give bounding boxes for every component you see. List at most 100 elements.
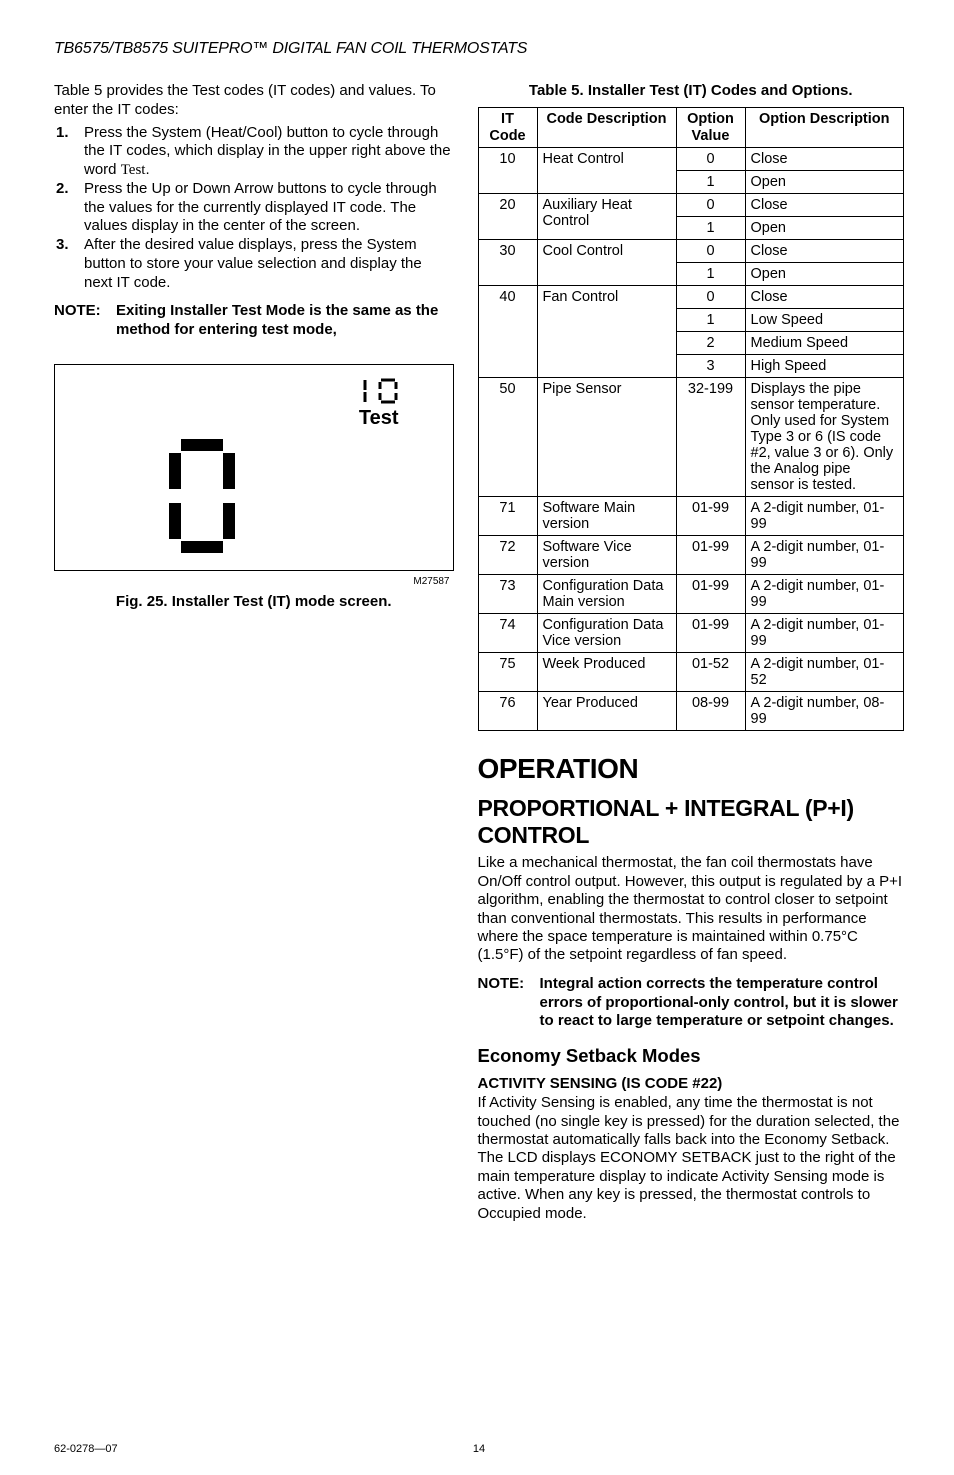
cell-option-value: 0 [676, 240, 745, 263]
note-1: NOTE: Exiting Installer Test Mode is the… [54, 302, 454, 340]
cell-it-code: 30 [478, 240, 537, 286]
cell-option-value: 3 [676, 355, 745, 378]
cell-option-description: High Speed [745, 355, 904, 378]
cell-code-description: Year Produced [537, 692, 676, 731]
cell-it-code: 72 [478, 536, 537, 575]
footer-page-number: 14 [473, 1443, 485, 1455]
cell-code-description: Software Main version [537, 497, 676, 536]
cell-it-code: 40 [478, 286, 537, 378]
step-3-text: After the desired value displays, press … [84, 236, 422, 291]
cell-option-description: A 2-digit number, 01-99 [745, 575, 904, 614]
cell-option-value: 01-99 [676, 497, 745, 536]
cell-option-value: 1 [676, 309, 745, 332]
cell-option-value: 0 [676, 286, 745, 309]
cell-option-value: 0 [676, 148, 745, 171]
cell-it-code: 73 [478, 575, 537, 614]
table-5-title: Table 5. Installer Test (IT) Codes and O… [478, 82, 905, 99]
figure-25-box: Test [54, 364, 454, 571]
economy-setback-heading: Economy Setback Modes [478, 1045, 905, 1067]
seven-segment-big-0-icon [165, 437, 245, 562]
cell-option-value: 1 [676, 217, 745, 240]
table-row: 30Cool Control0Close [478, 240, 904, 263]
cell-option-value: 0 [676, 194, 745, 217]
table-row: 71Software Main version01-99A 2-digit nu… [478, 497, 904, 536]
cell-option-description: A 2-digit number, 08-99 [745, 692, 904, 731]
cell-code-description: Software Vice version [537, 536, 676, 575]
cell-option-description: A 2-digit number, 01-99 [745, 614, 904, 653]
cell-it-code: 76 [478, 692, 537, 731]
cell-option-value: 2 [676, 332, 745, 355]
cell-option-description: Close [745, 148, 904, 171]
page-header-title: TB6575/TB8575 SUITEPRO™ DIGITAL FAN COIL… [54, 40, 904, 58]
cell-option-value: 01-99 [676, 575, 745, 614]
th-option-description: Option Description [745, 108, 904, 148]
step-1: 1. Press the System (Heat/Cool) button t… [84, 124, 454, 180]
activity-sensing-heading: ACTIVITY SENSING (IS CODE #22) [478, 1075, 905, 1092]
pi-control-paragraph: Like a mechanical thermostat, the fan co… [478, 854, 905, 965]
step-1-text-after: . [145, 161, 149, 178]
cell-option-value: 01-52 [676, 653, 745, 692]
operation-heading: OPERATION [478, 753, 905, 785]
cell-it-code: 71 [478, 497, 537, 536]
table-row: 40Fan Control0Close [478, 286, 904, 309]
cell-it-code: 50 [478, 378, 537, 497]
th-code-description: Code Description [537, 108, 676, 148]
cell-option-description: A 2-digit number, 01-52 [745, 653, 904, 692]
figure-test-label: Test [353, 407, 399, 430]
cell-it-code: 74 [478, 614, 537, 653]
it-codes-table: IT Code Code Description Option Value Op… [478, 107, 905, 731]
cell-option-value: 01-99 [676, 536, 745, 575]
cell-option-value: 1 [676, 263, 745, 286]
note-1-label: NOTE: [54, 302, 116, 340]
note-1-body: Exiting Installer Test Mode is the same … [116, 302, 454, 340]
step-2: 2. Press the Up or Down Arrow buttons to… [84, 180, 454, 236]
table-row: 10Heat Control0Close [478, 148, 904, 171]
activity-sensing-paragraph: If Activity Sensing is enabled, any time… [478, 1094, 905, 1223]
cell-code-description: Pipe Sensor [537, 378, 676, 497]
cell-option-value: 01-99 [676, 614, 745, 653]
figure-code: M27587 [413, 576, 449, 587]
table-row: 72Software Vice version01-99A 2-digit nu… [478, 536, 904, 575]
cell-option-description: Close [745, 286, 904, 309]
cell-code-description: Auxiliary Heat Control [537, 194, 676, 240]
seven-segment-small-10-icon [353, 377, 399, 405]
cell-option-description: Displays the pipe sensor temperature. On… [745, 378, 904, 497]
step-1-number: 1. [56, 124, 69, 143]
table-row: 75Week Produced01-52A 2-digit number, 01… [478, 653, 904, 692]
cell-code-description: Configuration Data Vice version [537, 614, 676, 653]
table-row: 50Pipe Sensor32-199Displays the pipe sen… [478, 378, 904, 497]
cell-option-value: 08-99 [676, 692, 745, 731]
steps-list: 1. Press the System (Heat/Cool) button t… [54, 124, 454, 293]
cell-option-description: A 2-digit number, 01-99 [745, 536, 904, 575]
cell-code-description: Week Produced [537, 653, 676, 692]
cell-option-description: A 2-digit number, 01-99 [745, 497, 904, 536]
cell-option-description: Open [745, 263, 904, 286]
th-option-value: Option Value [676, 108, 745, 148]
pi-control-heading: PROPORTIONAL + INTEGRAL (P+I) CONTROL [478, 795, 905, 848]
cell-code-description: Cool Control [537, 240, 676, 286]
cell-it-code: 20 [478, 194, 537, 240]
note-2-label: NOTE: [478, 975, 540, 1031]
table-row: 20Auxiliary Heat Control0Close [478, 194, 904, 217]
cell-it-code: 10 [478, 148, 537, 194]
cell-code-description: Configuration Data Main version [537, 575, 676, 614]
step-3-number: 3. [56, 236, 69, 255]
footer-doc-number: 62-0278—07 [54, 1443, 118, 1455]
th-it-code: IT Code [478, 108, 537, 148]
cell-option-description: Open [745, 171, 904, 194]
cell-it-code: 75 [478, 653, 537, 692]
note-2-body: Integral action corrects the temperature… [540, 975, 905, 1031]
cell-option-description: Close [745, 240, 904, 263]
figure-25-caption: Fig. 25. Installer Test (IT) mode screen… [54, 593, 454, 610]
cell-option-description: Open [745, 217, 904, 240]
cell-option-value: 1 [676, 171, 745, 194]
step-1-word-test: Test [121, 162, 146, 178]
cell-code-description: Fan Control [537, 286, 676, 378]
step-3: 3. After the desired value displays, pre… [84, 236, 454, 292]
cell-option-description: Low Speed [745, 309, 904, 332]
intro-paragraph: Table 5 provides the Test codes (IT code… [54, 82, 454, 120]
note-2: NOTE: Integral action corrects the tempe… [478, 975, 905, 1031]
cell-option-description: Medium Speed [745, 332, 904, 355]
step-2-text: Press the Up or Down Arrow buttons to cy… [84, 180, 437, 235]
table-row: 74Configuration Data Vice version01-99A … [478, 614, 904, 653]
